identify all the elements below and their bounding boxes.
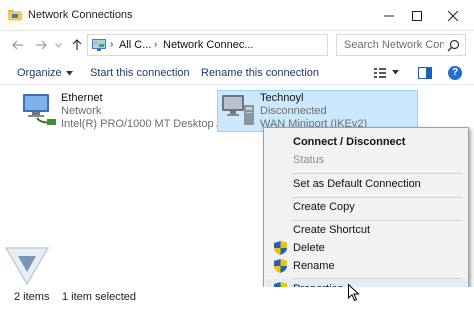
organize-menu[interactable]: Organize — [17, 67, 73, 79]
help-icon[interactable]: ? — [448, 66, 462, 80]
status-bar: 2 items 1 item selected — [0, 287, 474, 309]
vpn-connection-icon — [222, 95, 254, 125]
breadcrumb-network-connections[interactable]: Network Connec... — [163, 39, 253, 51]
mouse-cursor-icon — [348, 284, 360, 302]
preview-pane-icon[interactable] — [418, 67, 432, 79]
forward-button[interactable] — [33, 37, 49, 53]
selection-count: 1 item selected — [62, 291, 136, 303]
start-connection-button[interactable]: Start this connection — [90, 67, 190, 79]
view-dropdown-icon[interactable] — [392, 70, 399, 75]
uac-shield-icon — [274, 259, 287, 273]
search-box[interactable]: Search Network Conne... — [336, 34, 466, 56]
ethernet-name: Ethernet — [61, 92, 103, 104]
ethernet-device: Intel(R) PRO/1000 MT Desktop Ad... — [61, 118, 239, 130]
ethernet-adapter-icon — [23, 94, 56, 125]
maximize-icon — [412, 10, 422, 21]
breadcrumb-all-control-panel[interactable]: All C... — [119, 39, 151, 51]
arrow-up-icon — [72, 39, 82, 50]
command-bar: Organize Start this connection Rename th… — [0, 61, 474, 85]
technoyl-status: Disconnected — [260, 105, 327, 117]
change-view-icon[interactable] — [374, 67, 386, 79]
dropdown-arrow-icon — [65, 70, 73, 76]
control-panel-icon — [92, 39, 106, 51]
close-icon — [448, 10, 458, 21]
up-button[interactable] — [69, 37, 85, 53]
chevron-down-icon — [54, 42, 62, 48]
technoyl-name: Technoyl — [260, 92, 304, 104]
minimize-icon — [384, 15, 394, 16]
status-label: Status — [293, 154, 325, 166]
search-icon — [447, 39, 460, 52]
arrow-left-icon — [12, 40, 23, 50]
create-copy-label: Create Copy — [293, 201, 355, 213]
organize-label: Organize — [17, 67, 62, 79]
breadcrumb-separator-icon: › — [110, 39, 114, 50]
arrow-right-icon — [36, 40, 47, 50]
address-row: › All C... › Network Connec... Search Ne… — [0, 31, 474, 59]
network-folder-icon — [8, 10, 22, 21]
maximize-button[interactable] — [400, 0, 434, 31]
menu-item-create-copy[interactable]: Create Copy — [265, 197, 467, 217]
recent-locations-button[interactable] — [53, 37, 63, 53]
connection-item-ethernet[interactable]: Ethernet Network Intel(R) PRO/1000 MT De… — [19, 92, 239, 136]
menu-item-delete[interactable]: Delete — [265, 238, 467, 258]
connect-disconnect-label: Connect / Disconnect — [293, 136, 406, 148]
context-menu: Connect / Disconnect Status Set as Defau… — [263, 127, 469, 300]
rename-label: Rename — [293, 260, 335, 272]
menu-item-rename[interactable]: Rename — [265, 256, 467, 276]
set-default-label: Set as Default Connection — [293, 178, 421, 190]
menu-item-connect-disconnect[interactable]: Connect / Disconnect — [265, 132, 467, 152]
ethernet-status: Network — [61, 105, 102, 117]
breadcrumb-separator-icon: › — [154, 39, 158, 50]
create-shortcut-label: Create Shortcut — [293, 224, 371, 236]
menu-item-create-shortcut[interactable]: Create Shortcut — [265, 220, 467, 240]
address-bar[interactable]: › All C... › Network Connec... — [87, 34, 409, 56]
back-button[interactable] — [10, 37, 26, 53]
menu-item-set-default[interactable]: Set as Default Connection — [265, 174, 467, 194]
uac-shield-icon — [274, 241, 287, 255]
title-bar: Network Connections — [0, 0, 474, 31]
rename-connection-button[interactable]: Rename this connection — [201, 67, 319, 79]
delete-label: Delete — [293, 242, 325, 254]
logo-watermark-icon — [4, 247, 50, 286]
window-title: Network Connections — [28, 9, 133, 21]
menu-item-status[interactable]: Status — [265, 150, 467, 170]
connection-item-technoyl[interactable]: Technoyl Disconnected WAN Miniport (IKEv… — [217, 90, 418, 132]
item-count: 2 items — [14, 291, 50, 303]
search-input[interactable]: Search Network Conne... — [344, 39, 444, 51]
close-button[interactable] — [436, 0, 470, 31]
